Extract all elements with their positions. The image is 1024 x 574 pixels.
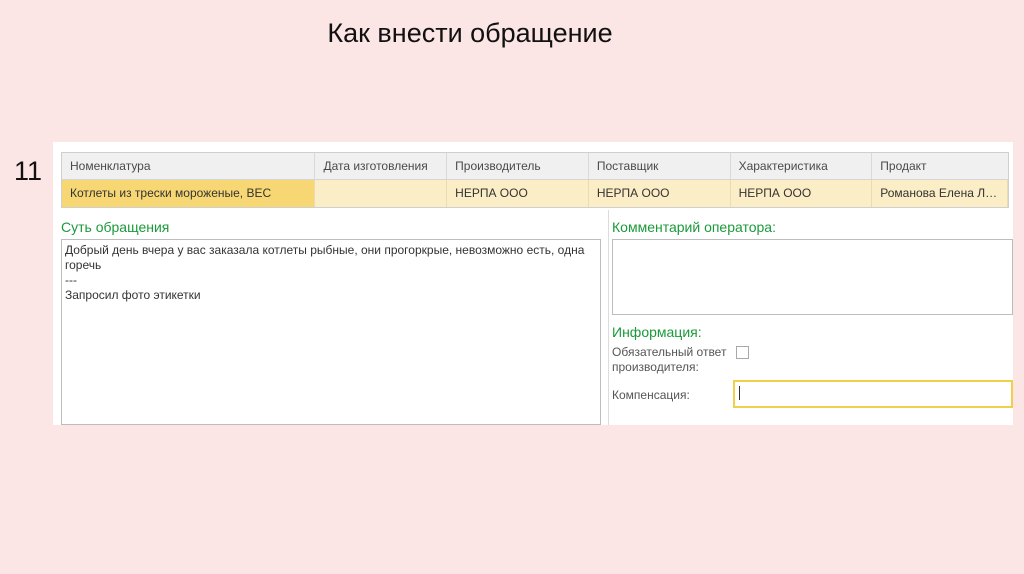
table-cell-nomenclature[interactable]: Котлеты из трески мороженые, ВЕС bbox=[62, 180, 316, 207]
products-table: Номенклатура Дата изготовления Производи… bbox=[61, 152, 1009, 208]
operator-comment-textarea[interactable] bbox=[612, 239, 1013, 315]
column-header[interactable]: Номенклатура bbox=[62, 153, 316, 179]
table-row[interactable]: Котлеты из трески мороженые, ВЕС НЕРПА О… bbox=[62, 180, 1008, 207]
compensation-label: Компенсация: bbox=[612, 388, 690, 402]
column-header[interactable]: Характеристика bbox=[731, 153, 873, 179]
table-header-row: Номенклатура Дата изготовления Производи… bbox=[62, 153, 1008, 180]
appeal-label: Суть обращения bbox=[61, 219, 170, 235]
mandatory-response-label: Обязательный ответ производителя: bbox=[612, 345, 727, 374]
appeal-textarea[interactable]: Добрый день вчера у вас заказала котлеты… bbox=[61, 239, 601, 425]
table-cell-supplier[interactable]: НЕРПА ООО bbox=[589, 180, 731, 207]
table-cell-production-date[interactable] bbox=[315, 180, 448, 207]
text-caret bbox=[739, 386, 740, 400]
table-cell-product-manager[interactable]: Романова Елена Ле... bbox=[872, 180, 1008, 207]
column-divider bbox=[608, 210, 609, 425]
slide-number: 11 bbox=[14, 156, 43, 186]
mandatory-response-checkbox[interactable] bbox=[736, 346, 749, 359]
compensation-input[interactable] bbox=[733, 380, 1013, 408]
column-header[interactable]: Дата изготовления bbox=[315, 153, 448, 179]
column-header[interactable]: Продакт bbox=[872, 153, 1008, 179]
table-cell-characteristic[interactable]: НЕРПА ООО bbox=[731, 180, 873, 207]
slide-title: Как внести обращение bbox=[327, 18, 613, 48]
table-cell-manufacturer[interactable]: НЕРПА ООО bbox=[447, 180, 589, 207]
column-header[interactable]: Производитель bbox=[447, 153, 589, 179]
column-header[interactable]: Поставщик bbox=[589, 153, 731, 179]
information-label: Информация: bbox=[612, 324, 702, 340]
operator-comment-label: Комментарий оператора: bbox=[612, 219, 776, 235]
app-form: Номенклатура Дата изготовления Производи… bbox=[53, 142, 1013, 425]
